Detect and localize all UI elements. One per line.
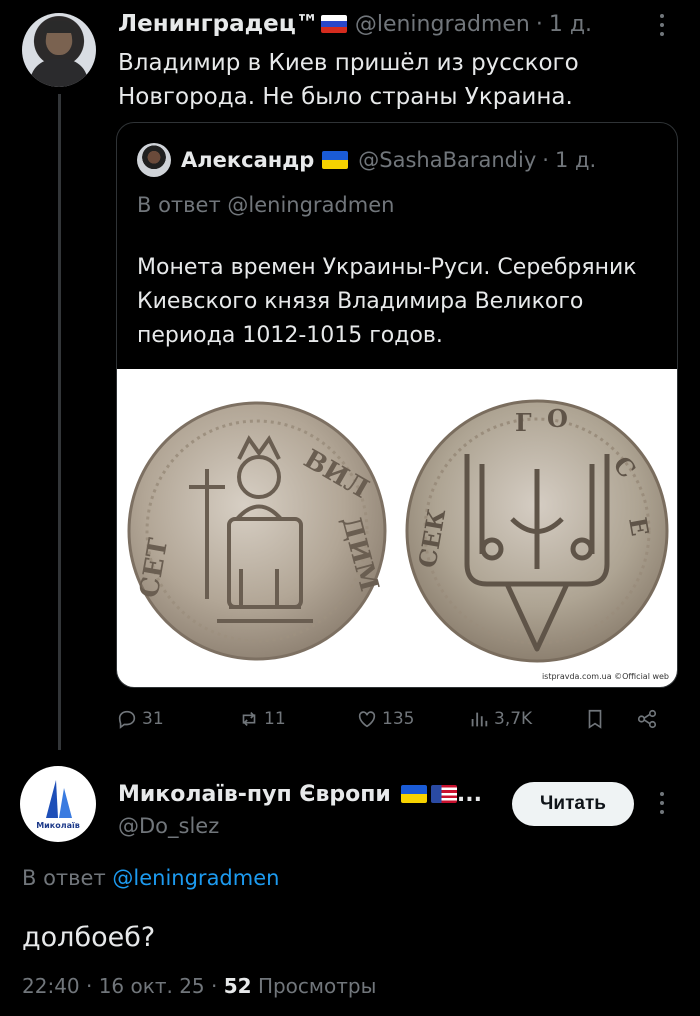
silver-coins-image: ВИЛ ДИМ СЕТ Г О С Е СЕК xyxy=(127,399,669,663)
russia-flag-icon xyxy=(320,15,347,33)
reply-text: долбоеб? xyxy=(22,922,156,953)
image-watermark: istpravda.com.ua ©Official web xyxy=(541,672,669,681)
ukraine-flag-icon xyxy=(400,785,427,803)
reply-to-handle[interactable]: @leningradmen xyxy=(112,866,279,890)
reply-author-avatar[interactable]: Миколаїв xyxy=(20,766,96,842)
separator-dot: · xyxy=(535,11,543,37)
avatar-logo-text: Миколаїв xyxy=(36,821,80,830)
thread-line xyxy=(58,94,61,750)
quoted-time: 1 д. xyxy=(554,148,597,172)
like-button[interactable]: 135 xyxy=(356,708,414,730)
reply-author-handle[interactable]: @Do_slez xyxy=(118,814,219,838)
more-vertical-icon xyxy=(652,10,672,36)
tweet-text: Владимир в Киев пришёл из русского Новго… xyxy=(118,50,579,110)
action-bar: 31 11 135 3,7K xyxy=(116,700,678,740)
quoted-reply-context: В ответ @leningradmen xyxy=(137,193,394,217)
svg-text:Г: Г xyxy=(515,408,532,437)
views-count: 3,7K xyxy=(494,709,533,729)
reply-meta: 22:40 · 16 окт. 25 · 52 Просмотры xyxy=(22,974,376,998)
svg-text:О: О xyxy=(547,404,568,433)
bookmark-button[interactable] xyxy=(584,708,610,730)
bookmark-icon xyxy=(588,709,602,729)
reply-views-count: 52 xyxy=(223,974,252,998)
reply-button[interactable]: 31 xyxy=(116,708,164,730)
more-vertical-icon xyxy=(652,788,672,814)
name-ellipsis: ... xyxy=(456,781,482,807)
follow-button[interactable]: Читать xyxy=(512,782,634,826)
quoted-avatar[interactable] xyxy=(137,143,171,177)
quoted-header: Александр @SashaBarandiy · 1 д. xyxy=(137,143,596,177)
reply-context: В ответ @leningradmen xyxy=(22,866,279,890)
share-button[interactable] xyxy=(636,708,662,730)
separator-dot: · xyxy=(542,148,549,172)
comment-icon xyxy=(118,710,136,729)
repost-button[interactable]: 11 xyxy=(238,708,286,730)
ukraine-flag-icon xyxy=(322,151,349,169)
quoted-handle[interactable]: @SashaBarandiy xyxy=(358,148,536,172)
usa-flag-icon xyxy=(430,785,457,803)
repost-icon xyxy=(242,711,256,727)
reply-views-label: Просмотры xyxy=(257,974,377,998)
coin-photo[interactable]: ВИЛ ДИМ СЕТ Г О С Е СЕК istpravda.com.ua… xyxy=(117,369,677,687)
author-avatar[interactable] xyxy=(22,13,96,87)
quoted-tweet-card[interactable]: Александр @SashaBarandiy · 1 д. В ответ … xyxy=(116,122,678,688)
reply-timestamp[interactable]: 22:40 · 16 окт. 25 · xyxy=(22,974,217,998)
more-options-button[interactable] xyxy=(652,10,672,40)
author-handle[interactable]: @leningradmen xyxy=(355,12,530,37)
quoted-author-name[interactable]: Александр xyxy=(181,148,314,172)
heart-icon xyxy=(358,711,376,728)
views-button[interactable]: 3,7K xyxy=(468,708,532,730)
tweet-header: Ленинградец™ @leningradmen · 1 д. xyxy=(118,4,592,44)
reply-header: Миколаїв-пуп Європи ... xyxy=(118,778,482,810)
author-name[interactable]: Ленинградец™ xyxy=(118,11,319,37)
reply-to-handle[interactable]: @leningradmen xyxy=(227,193,394,217)
share-icon xyxy=(637,709,657,729)
reply-more-options-button[interactable] xyxy=(652,788,672,818)
repost-count: 11 xyxy=(264,709,286,729)
sail-logo-icon xyxy=(46,780,72,818)
views-icon xyxy=(471,712,488,727)
tweet-time[interactable]: 1 д. xyxy=(549,12,592,37)
reply-count: 31 xyxy=(142,709,164,729)
main-tweet[interactable]: Ленинградец™ @leningradmen · 1 д. Владим… xyxy=(0,0,700,750)
like-count: 135 xyxy=(382,709,415,729)
quoted-text: Монета времен Украины-Руси. Серебряник К… xyxy=(137,255,637,348)
reply-prefix: В ответ xyxy=(137,193,221,217)
reply-prefix: В ответ xyxy=(22,866,106,890)
reply-author-name[interactable]: Миколаїв-пуп Європи xyxy=(118,782,391,807)
